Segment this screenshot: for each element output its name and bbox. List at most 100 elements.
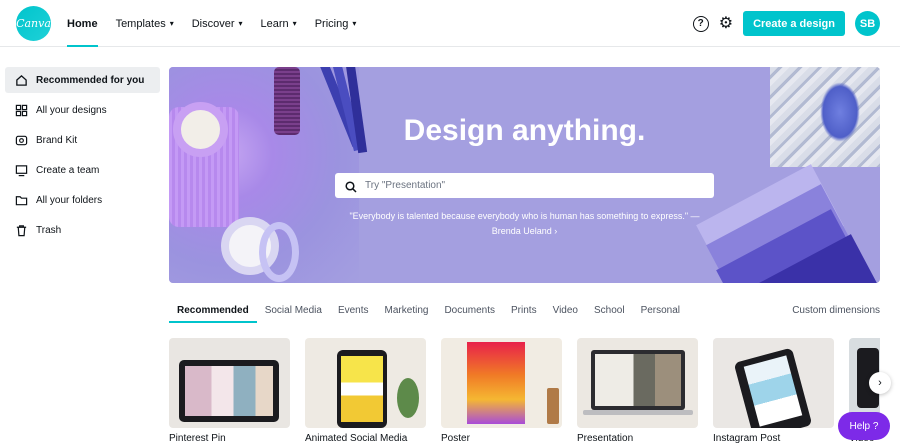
tab-label: Social Media	[264, 305, 322, 316]
tab-label: School	[593, 305, 625, 316]
card-label: Pinterest Pin	[169, 433, 226, 444]
sidebar-item-trash[interactable]: Trash	[5, 217, 160, 243]
tab-school[interactable]: School	[586, 298, 633, 323]
custom-dimensions-link[interactable]: Custom dimensions	[792, 305, 880, 316]
tablet-screen-image	[185, 366, 273, 416]
sidebar-item-label: All your designs	[36, 104, 107, 116]
tab-label: Video	[552, 305, 578, 316]
create-design-label: Create a design	[753, 17, 835, 30]
sidebar-item-folders[interactable]: All your folders	[5, 187, 160, 213]
tab-documents[interactable]: Documents	[436, 298, 503, 323]
nav-pricing-label: Pricing	[314, 17, 349, 30]
chevron-right-icon: ›	[878, 377, 882, 389]
card-animated-social-media[interactable]: Animated Social Media	[305, 338, 426, 444]
tab-label: Prints	[511, 305, 537, 316]
card-label: Poster	[441, 433, 470, 444]
hero-banner: Design anything. "Everybody is talented …	[169, 67, 880, 283]
hero-quote: "Everybody is talented because everybody…	[329, 209, 720, 239]
top-right-actions: ? ⚙ Create a design SB	[692, 0, 880, 47]
tab-label: Recommended	[177, 305, 249, 316]
sidebar-item-recommended[interactable]: Recommended for you	[5, 67, 160, 93]
brand-kit-icon	[14, 133, 28, 147]
vase-image	[547, 388, 559, 424]
nav-pricing[interactable]: Pricing ▾	[306, 0, 366, 47]
search-input[interactable]	[365, 180, 695, 191]
logo-text: Canva	[16, 17, 51, 30]
card-poster[interactable]: Poster	[441, 338, 562, 444]
tab-events[interactable]: Events	[330, 298, 377, 323]
sidebar-item-label: Recommended for you	[36, 74, 145, 86]
tab-label: Documents	[444, 305, 496, 316]
chevron-down-icon: ▾	[292, 19, 297, 28]
card-presentation[interactable]: Presentation	[577, 338, 698, 444]
tab-recommended[interactable]: Recommended	[169, 298, 257, 323]
nav-learn-label: Learn	[260, 17, 289, 30]
quote-text: "Everybody is talented because everybody…	[349, 211, 700, 221]
card-thumbnail	[713, 338, 834, 428]
sidebar: Recommended for you All your designs Bra…	[5, 67, 160, 247]
tab-social-media[interactable]: Social Media	[257, 298, 330, 323]
tab-video[interactable]: Video	[545, 298, 586, 323]
card-label: Presentation	[577, 433, 634, 444]
nav-templates-label: Templates	[115, 17, 166, 30]
design-search[interactable]	[335, 173, 714, 198]
card-label: Instagram Post	[713, 433, 781, 444]
help-button[interactable]: Help ?	[838, 412, 890, 440]
avatar-initials: SB	[859, 17, 876, 30]
top-bar: Canva Home Templates ▾ Discover ▾ Learn ▾ P…	[0, 0, 900, 47]
home-icon	[14, 73, 28, 87]
help-icon-glyph: ?	[697, 18, 704, 29]
nav-home-label: Home	[67, 17, 98, 30]
sidebar-item-label: Create a team	[36, 164, 100, 176]
trash-icon	[14, 223, 28, 237]
sidebar-item-label: All your folders	[36, 194, 103, 206]
tab-marketing[interactable]: Marketing	[377, 298, 437, 323]
create-design-button[interactable]: Create a design	[743, 11, 845, 36]
canva-logo[interactable]: Canva	[16, 6, 51, 41]
search-icon	[345, 180, 357, 193]
card-thumbnail	[305, 338, 426, 428]
template-cards: Pinterest Pin Animated Social Media Post…	[169, 338, 880, 448]
ribbon-image	[259, 222, 299, 282]
nav-home[interactable]: Home	[58, 0, 107, 47]
tab-prints[interactable]: Prints	[503, 298, 545, 323]
chevron-down-icon: ▾	[352, 19, 357, 28]
phone-screen-image	[341, 356, 383, 422]
nav-learn[interactable]: Learn ▾	[252, 0, 306, 47]
sidebar-item-all-designs[interactable]: All your designs	[5, 97, 160, 123]
card-thumbnail	[577, 338, 698, 428]
sidebar-item-label: Brand Kit	[36, 134, 78, 146]
main-nav: Home Templates ▾ Discover ▾ Learn ▾ Pricing…	[58, 0, 365, 47]
nav-discover[interactable]: Discover ▾	[183, 0, 252, 47]
card-label: Animated Social Media	[305, 433, 408, 444]
card-pinterest-pin[interactable]: Pinterest Pin	[169, 338, 290, 444]
help-button-label: Help ?	[849, 420, 879, 432]
tab-label: Marketing	[384, 305, 429, 316]
card-thumbnail	[169, 338, 290, 428]
sidebar-item-create-team[interactable]: Create a team	[5, 157, 160, 183]
card-instagram-post[interactable]: Instagram Post	[713, 338, 834, 444]
laptop-screen-image	[595, 354, 681, 406]
sidebar-item-brand-kit[interactable]: Brand Kit	[5, 127, 160, 153]
card-thumbnail	[441, 338, 562, 428]
poster-image	[467, 342, 525, 424]
quote-author-link[interactable]: Brenda Ueland ›	[329, 224, 720, 239]
avatar[interactable]: SB	[855, 11, 880, 36]
tab-label: Events	[337, 305, 369, 316]
hero-title: Design anything.	[403, 114, 646, 147]
sidebar-item-label: Trash	[36, 224, 62, 236]
carousel-next-button[interactable]: ›	[869, 372, 891, 394]
nav-discover-label: Discover	[191, 17, 235, 30]
nav-templates[interactable]: Templates ▾	[107, 0, 183, 47]
help-icon[interactable]: ?	[692, 15, 709, 32]
tab-label: Personal	[640, 305, 681, 316]
chevron-down-icon: ▾	[169, 19, 174, 28]
chevron-down-icon: ▾	[238, 19, 243, 28]
grid-icon	[14, 103, 28, 117]
folder-icon	[14, 193, 28, 207]
tab-personal[interactable]: Personal	[633, 298, 688, 323]
team-icon	[14, 163, 28, 177]
gear-icon[interactable]: ⚙	[719, 15, 733, 32]
laptop-base-image	[583, 410, 693, 415]
plant-image	[397, 378, 419, 418]
